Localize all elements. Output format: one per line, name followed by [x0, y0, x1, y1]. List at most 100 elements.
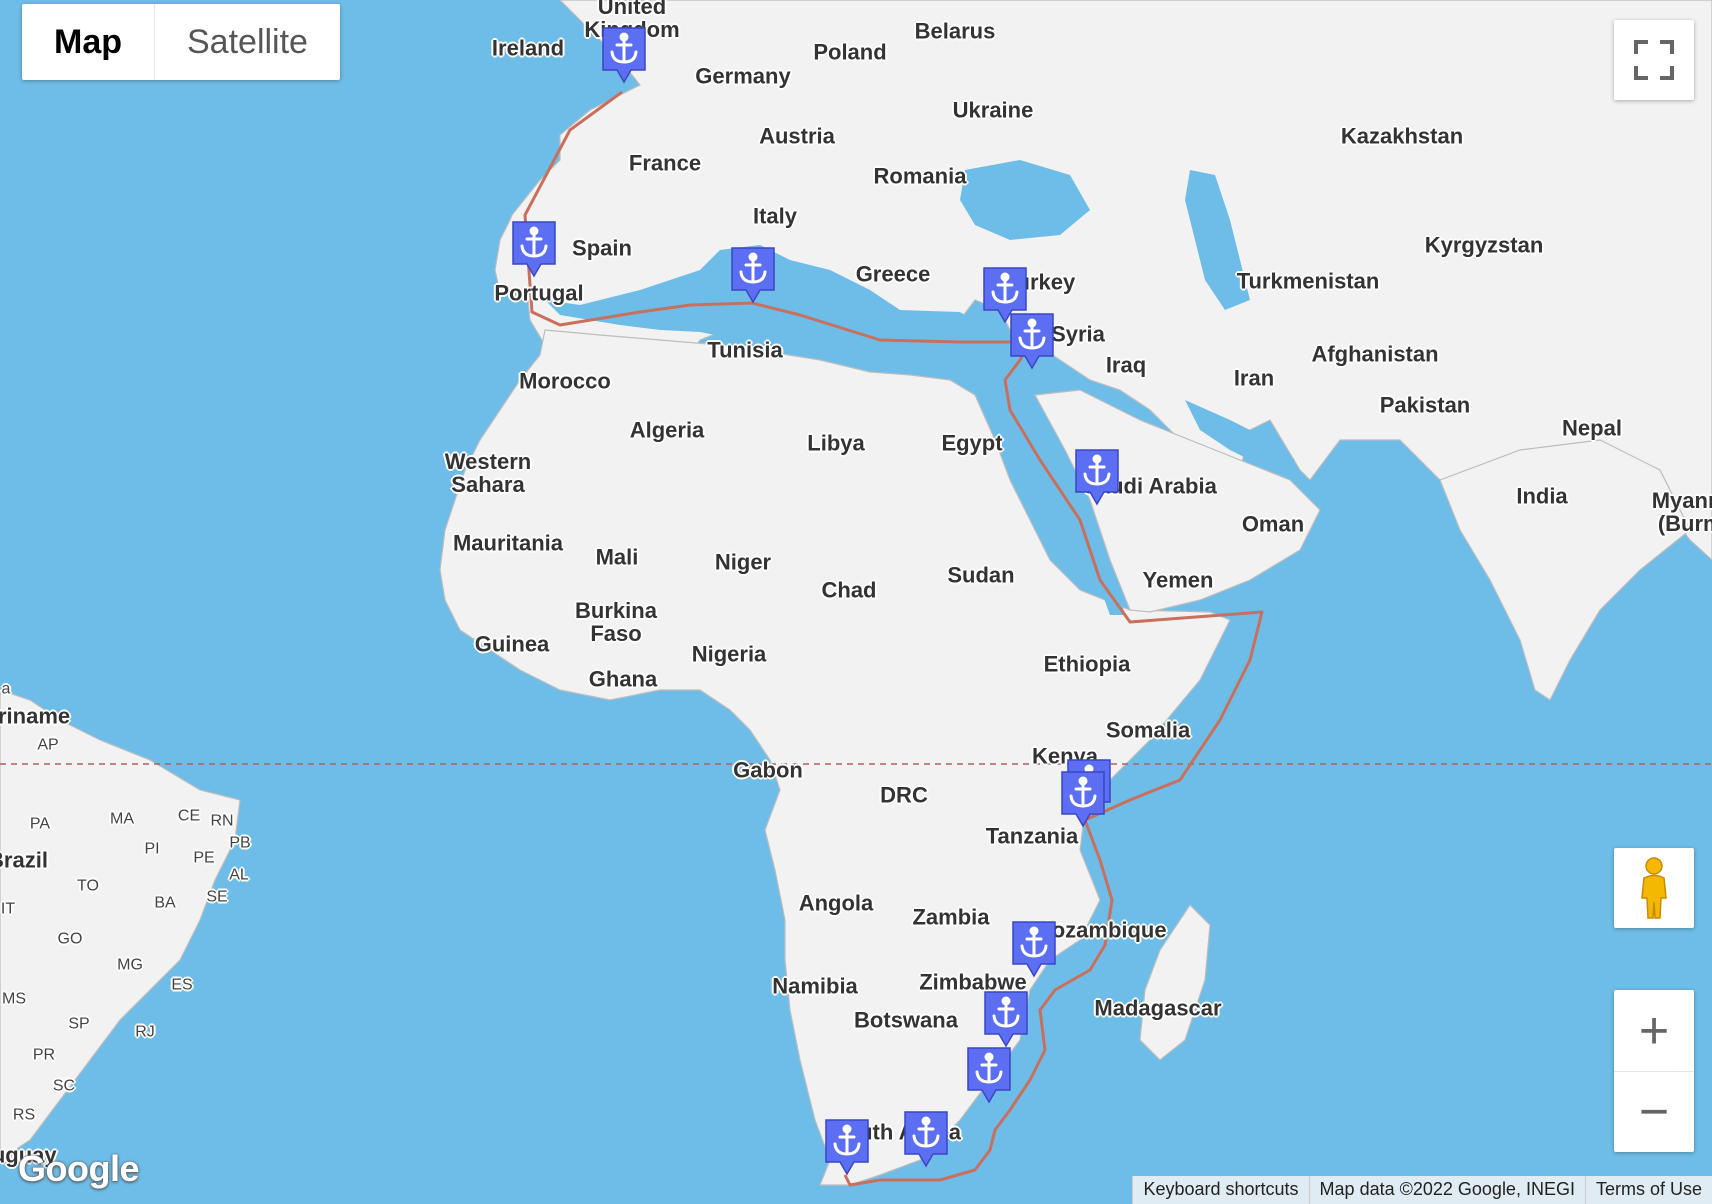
country-label: Pakistan — [1379, 392, 1471, 418]
anchor-icon — [984, 991, 1028, 1048]
country-label: Portugal — [494, 280, 584, 306]
country-label: Mali — [595, 544, 639, 570]
anchor-icon — [1012, 921, 1056, 978]
state-label: a — [1, 680, 11, 698]
country-label: Myanmar (Burma) — [1651, 487, 1712, 536]
anchor-icon — [731, 247, 775, 304]
country-label: Nigeria — [691, 641, 767, 667]
zoom-control: + − — [1614, 990, 1694, 1152]
port-marker[interactable] — [1009, 918, 1059, 980]
country-label: Morocco — [519, 368, 611, 394]
country-label: Yemen — [1142, 567, 1214, 593]
country-label: India — [1516, 483, 1568, 509]
state-label: RJ — [135, 1023, 155, 1041]
state-label: BA — [154, 894, 176, 912]
fullscreen-button[interactable] — [1614, 20, 1694, 100]
map-footer: Keyboard shortcuts Map data ©2022 Google… — [1132, 1176, 1712, 1204]
port-marker[interactable] — [1072, 446, 1122, 508]
port-marker[interactable] — [728, 244, 778, 306]
country-label: Gabon — [733, 757, 803, 783]
port-marker[interactable] — [1007, 310, 1057, 372]
country-label: Angola — [798, 890, 874, 916]
country-label: Burkina Faso — [575, 597, 657, 646]
country-label: Somalia — [1105, 717, 1191, 743]
port-marker[interactable] — [509, 218, 559, 280]
anchor-icon — [825, 1119, 869, 1176]
country-label: Austria — [759, 123, 835, 149]
state-label: PI — [144, 840, 160, 858]
zoom-out-button[interactable]: − — [1614, 1072, 1694, 1152]
country-label: France — [628, 150, 702, 176]
country-label: Tunisia — [707, 337, 783, 363]
state-label: PA — [29, 815, 51, 833]
country-label: Suriname — [0, 703, 71, 729]
map-canvas[interactable]: Ireland United Kingdom Poland Belarus Ge… — [0, 0, 1712, 1204]
country-label: Namibia — [772, 973, 858, 999]
country-label: Germany — [695, 63, 791, 89]
map-type-map-button[interactable]: Map — [22, 4, 155, 80]
country-label: Belarus — [914, 18, 996, 44]
country-label: Greece — [855, 261, 931, 287]
country-label: Sudan — [947, 562, 1015, 588]
country-label: Guinea — [474, 631, 550, 657]
country-label: Ukraine — [952, 97, 1034, 123]
state-label: SP — [68, 1015, 90, 1033]
south-america-land — [0, 689, 241, 1161]
country-label: Turkmenistan — [1236, 268, 1380, 294]
state-label: MA — [110, 810, 134, 828]
country-label: Ethiopia — [1043, 651, 1131, 677]
port-marker[interactable] — [981, 988, 1031, 1050]
map-data-attribution: Map data ©2022 Google, INEGI — [1308, 1176, 1585, 1204]
keyboard-shortcuts-link[interactable]: Keyboard shortcuts — [1132, 1176, 1309, 1204]
port-marker[interactable] — [964, 1044, 1014, 1106]
google-logo: Google — [18, 1148, 140, 1189]
map-type-satellite-button[interactable]: Satellite — [155, 4, 340, 80]
country-label: Nepal — [1562, 415, 1622, 441]
country-label: Syria — [1051, 321, 1105, 347]
zoom-in-button[interactable]: + — [1614, 991, 1694, 1072]
country-label: Libya — [807, 430, 865, 456]
state-label: PB — [229, 834, 251, 852]
anchor-icon — [602, 27, 646, 84]
state-label: ES — [171, 976, 193, 994]
state-label: TO — [77, 877, 99, 895]
state-label: IT — [0, 900, 16, 918]
port-marker[interactable] — [1058, 768, 1108, 830]
country-label: Italy — [752, 203, 798, 229]
anchor-icon — [1075, 449, 1119, 506]
country-label: Iran — [1233, 365, 1275, 391]
state-label: SC — [52, 1077, 76, 1095]
anchor-icon — [1061, 771, 1105, 828]
state-label: MS — [2, 990, 26, 1008]
country-label: Kazakhstan — [1340, 123, 1464, 149]
country-label: Algeria — [629, 417, 705, 443]
state-label: AL — [229, 866, 249, 884]
state-label: AP — [37, 736, 59, 754]
state-label: RN — [210, 812, 234, 830]
state-label: RS — [12, 1106, 36, 1124]
country-label: DRC — [880, 782, 928, 808]
state-label: MG — [117, 956, 143, 974]
country-label: Brazil — [0, 847, 48, 873]
street-view-pegman-button[interactable] — [1614, 848, 1694, 928]
country-label: Niger — [714, 549, 772, 575]
country-label: Mauritania — [452, 530, 564, 556]
state-label: PE — [193, 849, 215, 867]
country-label: Western Sahara — [444, 448, 532, 497]
port-marker[interactable] — [901, 1108, 951, 1170]
anchor-icon — [967, 1047, 1011, 1104]
state-label: PR — [32, 1046, 56, 1064]
country-label: Ireland — [491, 35, 565, 61]
anchor-icon — [512, 221, 556, 278]
state-label: SE — [206, 888, 228, 906]
country-label: Romania — [873, 163, 967, 189]
country-label: Botswana — [854, 1007, 958, 1033]
country-label: Kyrgyzstan — [1424, 232, 1544, 258]
country-label: Zambia — [912, 904, 990, 930]
country-label: Spain — [572, 235, 632, 261]
terms-of-use-link[interactable]: Terms of Use — [1584, 1176, 1712, 1204]
country-label: Afghanistan — [1311, 341, 1439, 367]
port-marker[interactable] — [822, 1116, 872, 1178]
port-marker[interactable] — [599, 24, 649, 86]
country-label: Iraq — [1105, 352, 1147, 378]
